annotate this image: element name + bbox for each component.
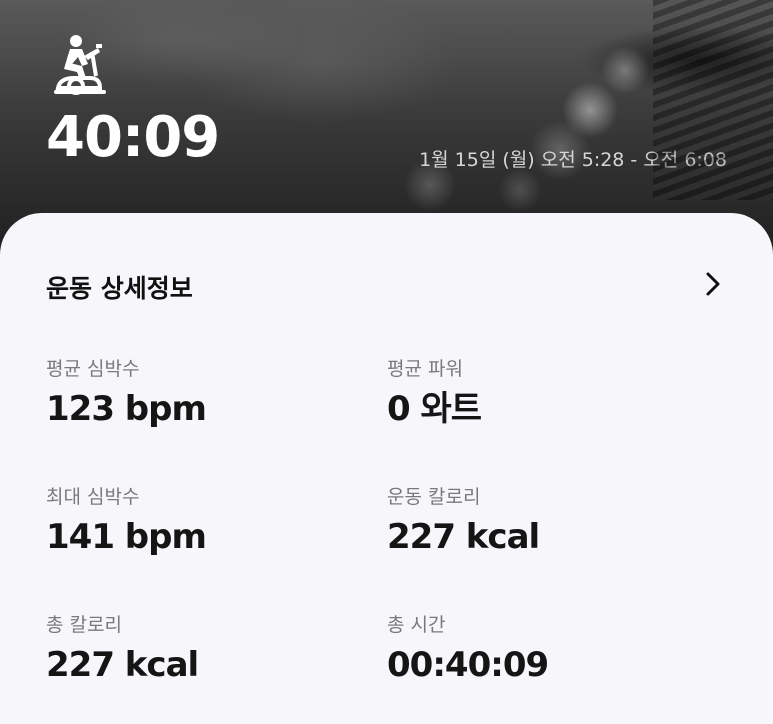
stat-value: 00:40:09 bbox=[387, 645, 549, 685]
workout-details-card: 운동 상세정보 평균 심박수 123 bpm 평균 파워 0 와트 최대 심박수… bbox=[0, 213, 773, 724]
stat-value: 227 kcal bbox=[387, 517, 540, 557]
workout-datetime: 1월 15일 (월) 오전 5:28 - 오전 6:08 bbox=[419, 149, 727, 171]
workout-duration: 40:09 bbox=[46, 105, 220, 170]
stat-label: 총 시간 bbox=[387, 614, 446, 636]
exercise-bike-icon bbox=[54, 35, 106, 95]
workout-summary-screen: 40:09 1월 15일 (월) 오전 5:28 - 오전 6:08 운동 상세… bbox=[0, 0, 773, 724]
stat-max-heart-rate: 최대 심박수 141 bpm bbox=[46, 486, 346, 557]
stat-label: 최대 심박수 bbox=[46, 486, 140, 508]
stat-value: 227 kcal bbox=[46, 645, 199, 685]
stat-label: 평균 파워 bbox=[387, 358, 463, 380]
workout-details-title: 운동 상세정보 bbox=[46, 274, 193, 303]
stat-value: 0 와트 bbox=[387, 389, 482, 429]
stat-value: 141 bpm bbox=[46, 517, 207, 557]
stat-workout-calories: 운동 칼로리 227 kcal bbox=[387, 486, 687, 557]
stat-label: 평균 심박수 bbox=[46, 358, 140, 380]
workout-details-header[interactable]: 운동 상세정보 bbox=[46, 267, 726, 303]
chevron-right-icon[interactable] bbox=[704, 271, 722, 297]
stat-average-power: 평균 파워 0 와트 bbox=[387, 358, 687, 429]
stat-label: 총 칼로리 bbox=[46, 614, 122, 636]
stat-total-calories: 총 칼로리 227 kcal bbox=[46, 614, 346, 685]
stat-value: 123 bpm bbox=[46, 389, 207, 429]
stat-total-time: 총 시간 00:40:09 bbox=[387, 614, 687, 685]
stat-average-heart-rate: 평균 심박수 123 bpm bbox=[46, 358, 346, 429]
stat-label: 운동 칼로리 bbox=[387, 486, 481, 508]
